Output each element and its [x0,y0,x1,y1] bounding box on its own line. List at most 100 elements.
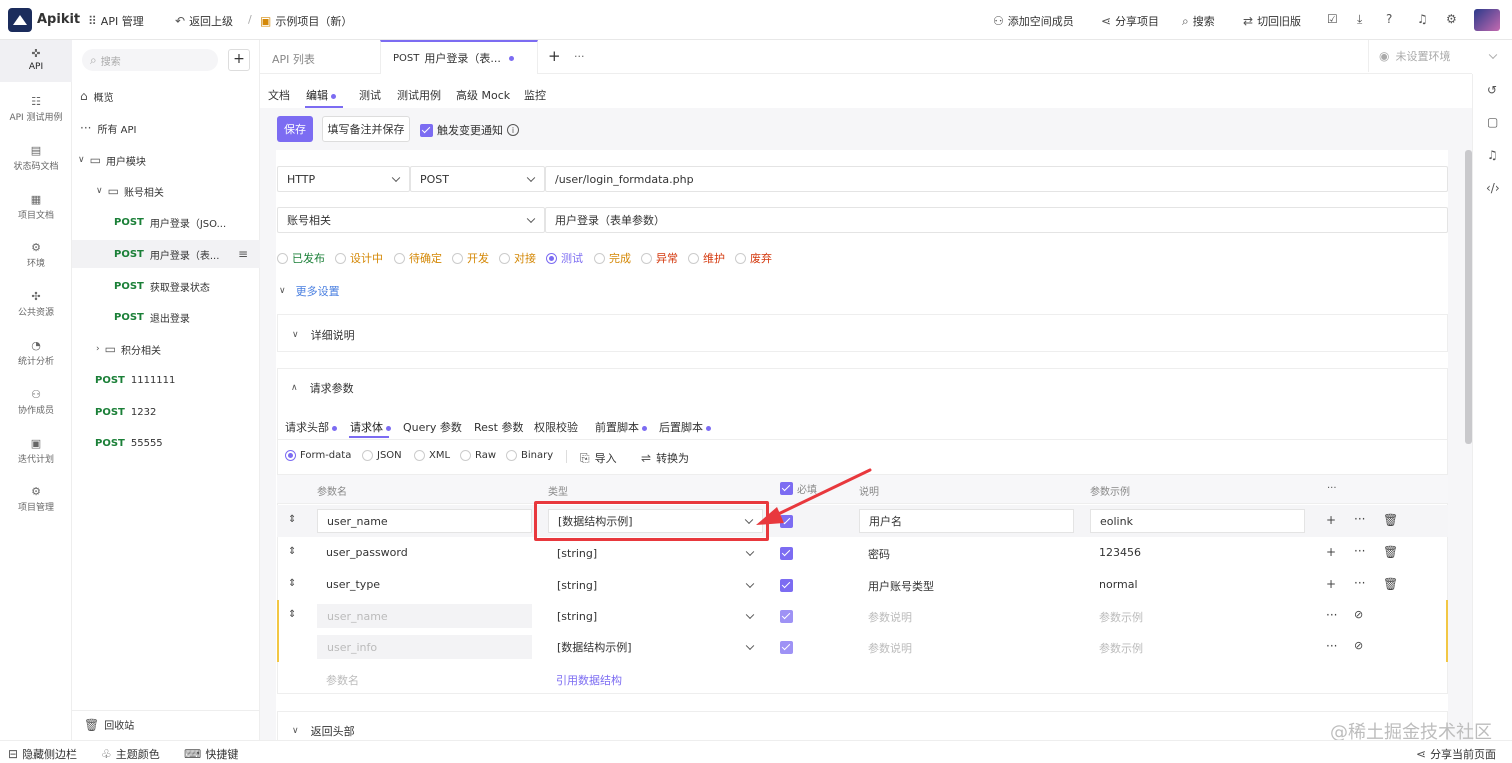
menu-icon[interactable]: ≡ [238,248,248,260]
search-button[interactable]: ⌕ 搜索 [1182,13,1215,29]
drag-handle-icon[interactable]: ⇕ [288,546,296,557]
param-name-input[interactable]: user_name [317,509,532,533]
new-param-name-input[interactable]: 参数名 [326,672,359,688]
param-tab-pre-script[interactable]: 前置脚本 [595,419,647,435]
status-radio-pending[interactable]: 待确定 [394,250,442,266]
status-radio-error[interactable]: 异常 [641,250,678,266]
required-checkbox[interactable] [780,546,793,560]
tree-item-overview[interactable]: ⌂ 概览 [72,82,260,110]
drag-handle-icon[interactable]: ⇕ [288,578,296,589]
param-example[interactable]: 参数示例 [1099,609,1143,625]
subtab-monitor[interactable]: 监控 [524,87,546,103]
subtab-edit[interactable]: 编辑 [306,87,336,103]
status-radio-designing[interactable]: 设计中 [335,250,383,266]
bell-icon[interactable]: ♫ [1487,149,1498,161]
status-radio-integrate[interactable]: 对接 [499,250,536,266]
add-child-icon[interactable]: + [1326,545,1336,559]
hide-sidebar-button[interactable]: ⊟ 隐藏侧边栏 [8,746,77,762]
rail-item-stats[interactable]: ◔ 统计分析 [0,340,72,367]
tree-item-api[interactable]: POST 1232 [72,398,260,426]
param-tab-query[interactable]: Query 参数 [403,419,462,435]
request-params-header[interactable]: ∧ 请求参数 [291,380,354,396]
tree-item-api[interactable]: POST 退出登录 [72,303,260,331]
project-name[interactable]: ▣ 示例项目（新） [260,13,352,29]
comment-icon[interactable]: ▢ [1487,116,1498,128]
group-select[interactable]: 账号相关 [277,207,545,233]
param-desc[interactable]: 参数说明 [868,609,912,625]
tree-item-api[interactable]: POST 用户登录（JSO... [72,208,260,236]
more-icon[interactable]: ··· [1326,639,1337,653]
tree-item-api[interactable]: POST 55555 [72,429,260,457]
rail-item-api[interactable]: ✜ API [0,40,72,82]
add-child-icon[interactable]: + [1326,577,1336,591]
recycle-bin[interactable]: 🗑 回收站 [72,710,260,738]
tree-item-api-selected[interactable]: POST 用户登录（表... ≡ [72,240,260,268]
rail-item-test-case[interactable]: ☷ API 测试用例 [0,96,72,123]
tabs-more-button[interactable]: ··· [574,50,585,63]
import-button[interactable]: ⎘ 导入 [580,450,617,466]
tree-item-api[interactable]: POST 获取登录状态 [72,272,260,300]
detail-panel[interactable]: ∨ 详细说明 [277,314,1448,352]
old-version-button[interactable]: ⇄ 切回旧版 [1243,13,1301,29]
more-icon[interactable]: ··· [1354,512,1365,526]
rail-item-status-doc[interactable]: ▤ 状态码文档 [0,145,72,172]
param-name[interactable]: user_type [326,578,380,591]
method-select[interactable]: POST [410,166,545,192]
param-example-input[interactable]: eolink [1090,509,1305,533]
response-header-panel[interactable]: ∨ 返回头部 [277,711,1448,741]
add-api-button[interactable]: + [228,49,250,71]
add-child-icon[interactable]: + [1326,513,1336,527]
param-example[interactable]: 参数示例 [1099,640,1143,656]
tree-group-user-module[interactable]: ∨ ▭ 用户模块 [72,146,260,174]
param-name[interactable]: user_password [326,546,408,559]
rail-item-project-doc[interactable]: ▦ 项目文档 [0,194,72,221]
download-icon[interactable]: ⤓ [1357,13,1362,25]
status-radio-testing[interactable]: 测试 [546,250,583,266]
subtab-test[interactable]: 测试 [359,87,381,103]
tree-group-account[interactable]: ∨ ▭ 账号相关 [72,177,260,205]
reference-struct-link[interactable]: 引用数据结构 [556,672,622,688]
new-tab-button[interactable]: + [548,47,561,65]
tree-item-api[interactable]: POST 1111111 [72,366,260,394]
param-example[interactable]: 123456 [1099,546,1141,559]
theme-color-button[interactable]: ♧ 主题颜色 [101,746,160,762]
tab-api-list[interactable]: API 列表 [272,51,315,67]
body-type-json[interactable]: JSON [362,450,402,461]
bell-icon[interactable]: ♫ [1417,13,1428,25]
save-with-note-button[interactable]: 填写备注并保存 [322,116,410,142]
param-tab-rest[interactable]: Rest 参数 [474,419,523,435]
protocol-select[interactable]: HTTP [277,166,410,192]
param-type-select[interactable]: [string] [548,541,763,565]
body-type-binary[interactable]: Binary [506,450,553,461]
share-page-button[interactable]: ⋖ 分享当前页面 [1416,746,1496,762]
subtab-doc[interactable]: 文档 [268,87,290,103]
code-icon[interactable]: ‹/› [1486,182,1500,194]
param-desc[interactable]: 参数说明 [868,640,912,656]
rail-item-members[interactable]: ⚇ 协作成员 [0,389,72,416]
notify-checkbox[interactable]: 触发变更通知 i [420,122,519,138]
param-tab-auth[interactable]: 权限校验 [534,419,578,435]
calendar-check-icon[interactable]: ☑ [1327,13,1338,25]
api-manage-menu[interactable]: ⠿ API 管理 [88,13,144,29]
more-icon[interactable]: ··· [1326,608,1337,622]
avatar[interactable] [1474,9,1500,31]
more-icon[interactable]: ··· [1354,544,1365,558]
share-project-button[interactable]: ⋖ 分享项目 [1101,13,1159,29]
info-icon[interactable]: i [507,124,519,136]
trash-icon[interactable]: 🗑 [1383,545,1398,559]
subtab-test-cases[interactable]: 测试用例 [397,87,441,103]
save-button[interactable]: 保存 [277,116,313,142]
history-icon[interactable]: ↺ [1487,84,1497,96]
required-checkbox[interactable] [780,640,793,654]
back-button[interactable]: ↶ 返回上级 [175,13,233,29]
param-desc[interactable]: 密码 [868,546,890,562]
param-desc[interactable]: 用户账号类型 [868,578,934,594]
url-input[interactable]: /user/login_formdata.php [545,166,1448,192]
help-icon[interactable]: ? [1386,13,1392,25]
subtab-mock[interactable]: 高级 Mock [456,87,510,103]
tree-search-input[interactable]: ⌕ 搜索 [82,49,218,71]
environment-select[interactable]: ◉ 未设置环境 [1368,40,1506,72]
api-name-input[interactable]: 用户登录（表单参数） [545,207,1448,233]
rail-item-iteration[interactable]: ▣ 迭代计划 [0,438,72,465]
tab-active-api[interactable]: POST 用户登录（表... [380,40,538,74]
